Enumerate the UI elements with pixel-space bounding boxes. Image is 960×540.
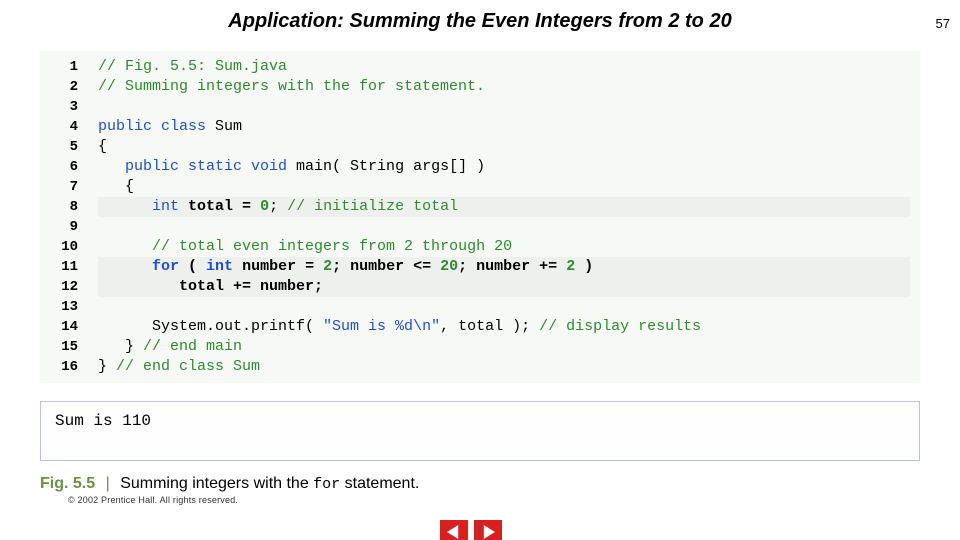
program-output: Sum is 110	[40, 401, 920, 461]
code-line: 6 public static void main( String args[]…	[50, 157, 910, 177]
figure-caption: Fig. 5.5 | Summing integers with the for…	[40, 475, 920, 493]
code-line: 8 int total = 0; // initialize total	[50, 197, 910, 217]
code-content: {	[98, 137, 910, 157]
code-line: 16} // end class Sum	[50, 357, 910, 377]
line-number: 3	[50, 97, 98, 117]
code-content: } // end class Sum	[98, 357, 910, 377]
code-content	[98, 297, 910, 317]
line-number: 11	[50, 257, 98, 277]
code-line: 4public class Sum	[50, 117, 910, 137]
copyright-notice: © 2002 Prentice Hall. All rights reserve…	[68, 495, 960, 505]
code-line: 2// Summing integers with the for statem…	[50, 77, 910, 97]
figure-text-pre: Summing integers with the	[120, 475, 313, 492]
figure-mono: for	[313, 476, 340, 493]
code-line: 10 // total even integers from 2 through…	[50, 237, 910, 257]
line-number: 6	[50, 157, 98, 177]
code-content: public static void main( String args[] )	[98, 157, 910, 177]
code-line: 15 } // end main	[50, 337, 910, 357]
nav-controls	[440, 520, 502, 540]
code-content: total += number;	[98, 277, 910, 297]
line-number: 9	[50, 217, 98, 237]
code-line: 7 {	[50, 177, 910, 197]
code-line: 13	[50, 297, 910, 317]
prev-slide-button[interactable]	[440, 520, 468, 540]
line-number: 16	[50, 357, 98, 377]
line-number: 12	[50, 277, 98, 297]
code-content: System.out.printf( "Sum is %d\n", total …	[98, 317, 910, 337]
line-number: 10	[50, 237, 98, 257]
code-line: 3	[50, 97, 910, 117]
code-content: // Summing integers with the for stateme…	[98, 77, 910, 97]
line-number: 4	[50, 117, 98, 137]
code-content: for ( int number = 2; number <= 20; numb…	[98, 257, 910, 277]
line-number: 7	[50, 177, 98, 197]
code-content: } // end main	[98, 337, 910, 357]
line-number: 5	[50, 137, 98, 157]
code-content: // total even integers from 2 through 20	[98, 237, 910, 257]
figure-text-post: statement.	[340, 475, 419, 492]
code-line: 12 total += number;	[50, 277, 910, 297]
line-number: 2	[50, 77, 98, 97]
line-number: 14	[50, 317, 98, 337]
code-line: 9	[50, 217, 910, 237]
page-title: Application: Summing the Even Integers f…	[0, 10, 960, 33]
code-line: 1// Fig. 5.5: Sum.java	[50, 57, 910, 77]
code-content: // Fig. 5.5: Sum.java	[98, 57, 910, 77]
next-slide-button[interactable]	[474, 520, 502, 540]
code-line: 14 System.out.printf( "Sum is %d\n", tot…	[50, 317, 910, 337]
code-content	[98, 97, 910, 117]
line-number: 13	[50, 297, 98, 317]
figure-number: Fig. 5.5	[40, 475, 95, 492]
line-number: 1	[50, 57, 98, 77]
line-number: 15	[50, 337, 98, 357]
code-listing: 1// Fig. 5.5: Sum.java2// Summing intege…	[40, 51, 920, 383]
code-line: 11 for ( int number = 2; number <= 20; n…	[50, 257, 910, 277]
code-content: int total = 0; // initialize total	[98, 197, 910, 217]
code-line: 5{	[50, 137, 910, 157]
page-number: 57	[936, 16, 950, 31]
code-content	[98, 217, 910, 237]
code-content: {	[98, 177, 910, 197]
line-number: 8	[50, 197, 98, 217]
code-content: public class Sum	[98, 117, 910, 137]
figure-separator: |	[100, 475, 116, 492]
